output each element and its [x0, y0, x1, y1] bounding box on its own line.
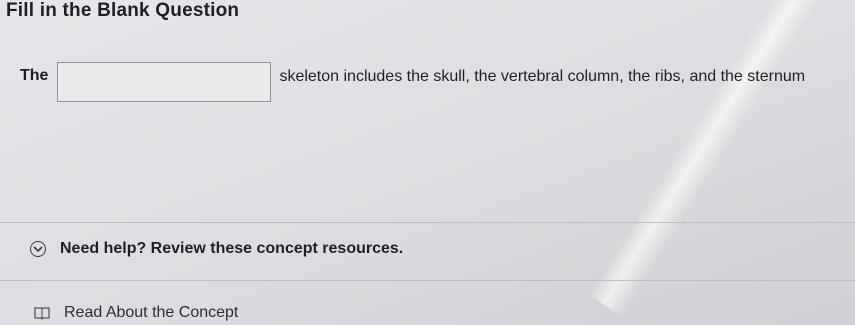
- chevron-down-circle-icon[interactable]: [30, 241, 46, 257]
- screen-glare: [588, 0, 845, 317]
- resource-link-read-concept[interactable]: Read About the Concept: [34, 304, 238, 322]
- divider-bottom: [0, 280, 855, 281]
- book-icon: [34, 306, 50, 320]
- help-toggle[interactable]: Need help? Review these concept resource…: [30, 240, 403, 258]
- blank-answer-input[interactable]: [57, 62, 272, 102]
- resource-label: Read About the Concept: [64, 304, 239, 321]
- help-label: Need help? Review these concept resource…: [60, 240, 404, 257]
- divider-top: [0, 222, 855, 223]
- sentence-start: The: [20, 67, 49, 84]
- question-title: Fill in the Blank Question: [6, 0, 240, 21]
- sentence-end: skeleton includes the skull, the vertebr…: [279, 68, 806, 85]
- fill-in-sentence: The skeleton includes the skull, the ver…: [20, 62, 805, 102]
